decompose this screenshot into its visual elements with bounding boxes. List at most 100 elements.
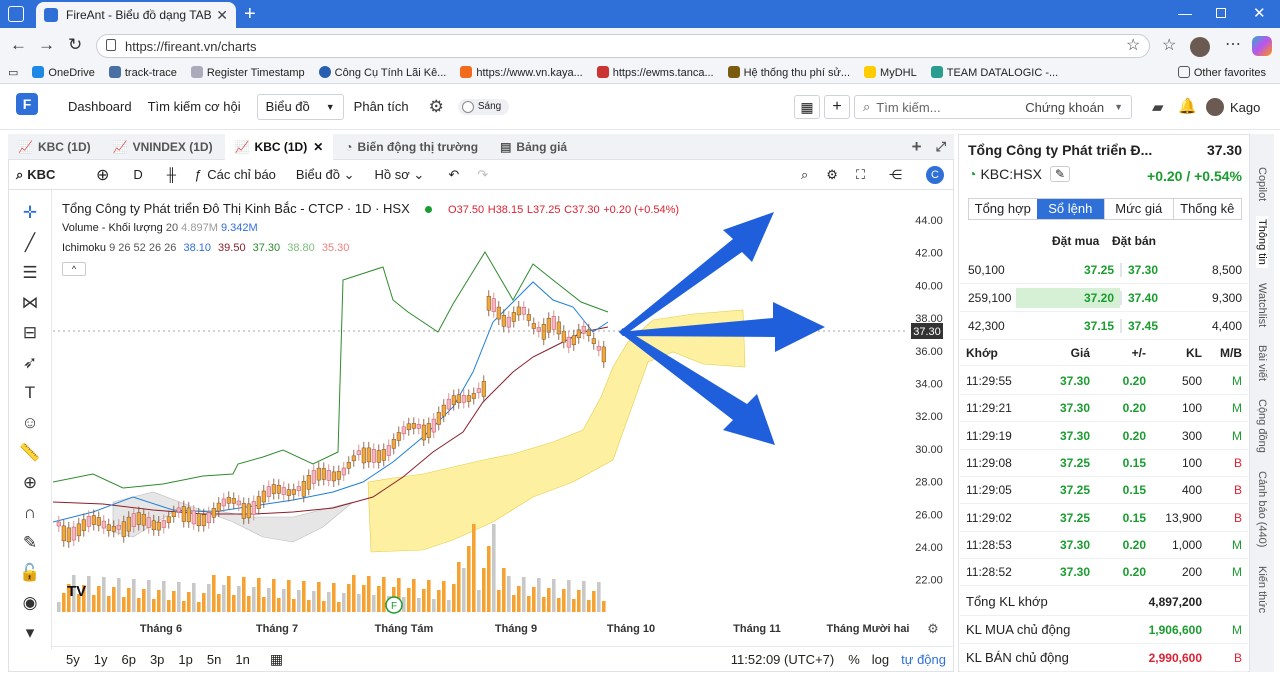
- edit-icon[interactable]: ✎: [1049, 166, 1070, 182]
- bookmark-item[interactable]: Hệ thống thu phí sử...: [727, 66, 850, 79]
- range-1y[interactable]: 1y: [94, 652, 108, 667]
- nav-dashboard[interactable]: Dashboard: [68, 99, 132, 114]
- bookmark-reading-icon[interactable]: ▭: [8, 66, 18, 79]
- expand-icon[interactable]: ⤢: [936, 139, 946, 155]
- brand-c-icon[interactable]: C: [926, 165, 944, 184]
- refresh-icon[interactable]: ↻: [68, 35, 82, 55]
- ruler-icon[interactable]: 📏: [8, 438, 52, 468]
- share-icon[interactable]: ⋲: [889, 167, 902, 183]
- nav-search-opportunity[interactable]: Tìm kiếm cơ hội: [148, 99, 241, 114]
- bell-icon[interactable]: 🔔: [1178, 97, 1197, 115]
- bookmark-item[interactable]: OneDrive: [32, 66, 95, 79]
- user-name[interactable]: Kago: [1230, 100, 1260, 115]
- tab-price-levels[interactable]: Mức giá: [1104, 199, 1173, 219]
- projection-icon[interactable]: ⊟: [8, 318, 52, 348]
- trendline-icon[interactable]: ╱: [8, 228, 52, 258]
- tab-stats[interactable]: Thống kê: [1172, 199, 1242, 219]
- back-icon[interactable]: ←: [10, 35, 27, 55]
- side-tab-info[interactable]: Thông tin: [1256, 216, 1268, 269]
- range-6m[interactable]: 6p: [121, 652, 135, 667]
- bid-price[interactable]: 37.25: [1016, 260, 1120, 280]
- ask-price[interactable]: 37.40: [1120, 290, 1180, 305]
- emoji-icon[interactable]: ☺: [8, 408, 52, 438]
- close-icon[interactable]: ✕: [313, 140, 323, 154]
- undo-icon[interactable]: ↶: [448, 167, 459, 183]
- ask-price[interactable]: 37.30: [1120, 262, 1180, 277]
- profile-avatar[interactable]: [1190, 37, 1210, 57]
- clock-time[interactable]: 11:52:09 (UTC+7): [731, 652, 834, 667]
- chart-select[interactable]: Biểu đồ ▼: [256, 93, 344, 120]
- lock-icon[interactable]: [106, 39, 116, 51]
- favorite-star-icon[interactable]: ☆: [1126, 35, 1140, 55]
- log-toggle[interactable]: log: [872, 652, 889, 667]
- collapse-legend-icon[interactable]: ^: [62, 262, 86, 276]
- draw-lock-icon[interactable]: ✎: [8, 528, 52, 558]
- bookmark-item[interactable]: Register Timestamp: [190, 66, 305, 79]
- fullscreen-icon[interactable]: ⛶: [856, 167, 865, 183]
- magnet-icon[interactable]: ∩: [8, 498, 52, 528]
- price-chart[interactable]: 44.0042.0040.0038.0036.0034.0032.0030.00…: [53, 192, 950, 644]
- bookmark-item[interactable]: https://ewms.tanca...: [596, 66, 714, 79]
- tab-summary[interactable]: Tổng hợp: [969, 199, 1037, 219]
- profile-select[interactable]: Hồ sơ ⌄: [375, 167, 425, 183]
- range-5y[interactable]: 5y: [66, 652, 80, 667]
- side-tab-knowledge[interactable]: Kiến thức: [1256, 563, 1268, 616]
- search-scope-select[interactable]: Chứng khoán: [1025, 100, 1104, 115]
- add-tab-icon[interactable]: +: [912, 137, 922, 157]
- axis-settings-icon[interactable]: ⚙: [927, 621, 939, 636]
- favorites-icon[interactable]: ☆: [1162, 35, 1176, 55]
- copilot-icon[interactable]: [1252, 36, 1272, 56]
- restore-icon[interactable]: [1216, 8, 1226, 18]
- auto-toggle[interactable]: tự động: [901, 652, 946, 667]
- theme-toggle[interactable]: Sáng: [457, 98, 510, 115]
- redo-icon[interactable]: ↷: [477, 167, 488, 183]
- compare-add-icon[interactable]: ⊕: [96, 165, 109, 185]
- forward-icon[interactable]: →: [38, 35, 55, 55]
- tab-kbc-1[interactable]: 📈 KBC (1D): [8, 134, 101, 160]
- bookmark-item[interactable]: TEAM DATALOGIC -...: [930, 66, 1058, 79]
- bid-price[interactable]: 37.15: [1016, 316, 1120, 336]
- nav-analysis[interactable]: Phân tích: [354, 99, 409, 114]
- url-field[interactable]: https://fireant.vn/charts: [96, 34, 1150, 58]
- range-3m[interactable]: 3p: [150, 652, 164, 667]
- brush-icon[interactable]: ➶: [8, 348, 52, 378]
- eye-icon[interactable]: ◉: [8, 588, 52, 618]
- browser-tab[interactable]: FireAnt - Biểu đồ dạng TAB ✕: [36, 2, 236, 28]
- side-tab-posts[interactable]: Bài viết: [1256, 342, 1268, 384]
- user-avatar[interactable]: [1206, 98, 1224, 116]
- candle-type-icon[interactable]: ╫: [167, 167, 176, 182]
- add-panel-icon[interactable]: +: [824, 95, 850, 119]
- tab-actions-icon[interactable]: [8, 6, 24, 22]
- bookmark-item[interactable]: MyDHL: [864, 66, 917, 79]
- orderbook-row[interactable]: 42,300 37.15 37.45 4,400: [960, 312, 1248, 340]
- chat-icon[interactable]: ▰: [1152, 98, 1164, 116]
- symbol-search[interactable]: ⌕ KBC: [16, 167, 96, 183]
- tab-kbc-active[interactable]: 📈 KBC (1D) ✕: [224, 133, 334, 160]
- side-tab-watchlist[interactable]: Watchlist: [1256, 280, 1268, 330]
- more-icon[interactable]: ⋯: [1225, 34, 1241, 54]
- trash-icon[interactable]: ▾: [8, 618, 52, 648]
- tab-orderbook[interactable]: Sổ lệnh: [1036, 199, 1104, 219]
- settings-gear-icon[interactable]: ⚙: [429, 97, 444, 117]
- fireant-logo-icon[interactable]: F: [16, 93, 38, 115]
- close-tab-icon[interactable]: ✕: [216, 7, 228, 24]
- pattern-icon[interactable]: ⋈: [8, 288, 52, 318]
- calendar-icon[interactable]: ▦: [270, 651, 283, 668]
- side-tab-community[interactable]: Cộng đồng: [1256, 396, 1268, 456]
- bid-price[interactable]: 37.20: [1016, 287, 1120, 308]
- other-favorites[interactable]: Other favorites: [1177, 66, 1266, 79]
- range-5d[interactable]: 5n: [207, 652, 221, 667]
- close-window-icon[interactable]: ✕: [1253, 4, 1266, 22]
- minimize-icon[interactable]: —: [1178, 5, 1192, 21]
- percent-toggle[interactable]: %: [848, 652, 860, 667]
- zoom-in-icon[interactable]: ⊕: [8, 468, 52, 498]
- chart-type-select[interactable]: Biểu đồ ⌄: [296, 167, 355, 183]
- range-1m[interactable]: 1p: [178, 652, 192, 667]
- lock-icon[interactable]: 🔓: [8, 558, 52, 588]
- bookmark-item[interactable]: Công Cụ Tính Lãi Kê...: [318, 66, 446, 79]
- tab-market-movement[interactable]: ◔ Biến động thị trường: [335, 134, 488, 160]
- side-tab-alerts[interactable]: Cảnh báo (440): [1256, 468, 1268, 550]
- orderbook-row[interactable]: 259,100 37.20 37.40 9,300: [960, 284, 1248, 312]
- orderbook-row[interactable]: 50,100 37.25 37.30 8,500: [960, 256, 1248, 284]
- crosshair-icon[interactable]: ✛: [8, 198, 52, 228]
